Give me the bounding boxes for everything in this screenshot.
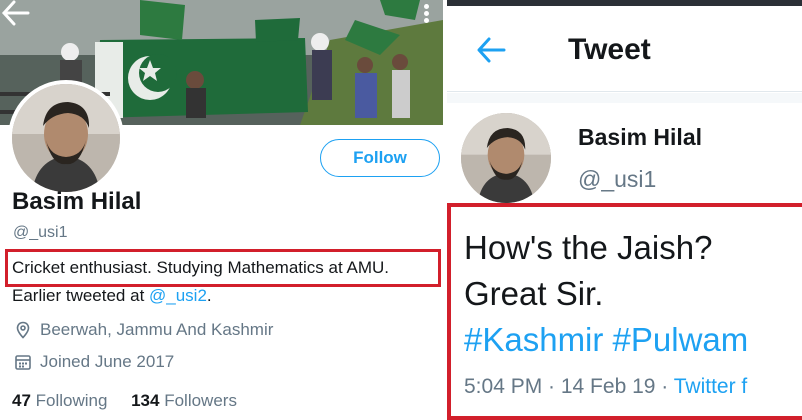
bio-mention-link[interactable]: @_usi2 — [149, 286, 207, 305]
following-label: Following — [35, 391, 108, 410]
follow-button[interactable]: Follow — [320, 139, 440, 177]
joined-row: Joined June 2017 — [14, 352, 174, 372]
followers-count: 134 — [131, 391, 160, 410]
bio-text-line2: Earlier tweeted at @_usi2. — [12, 286, 212, 306]
tweet-author-name[interactable]: Basim Hilal — [578, 124, 702, 151]
tweet-source-link[interactable]: Twitter f — [674, 375, 748, 398]
arrow-left-icon[interactable] — [475, 36, 507, 64]
calendar-icon — [15, 355, 31, 370]
tweet-timestamp: 5:04 PM · 14 Feb 19 · — [464, 375, 674, 398]
avatar[interactable] — [8, 80, 124, 196]
bio-prefix: Earlier tweeted at — [12, 286, 150, 305]
location-pin-icon — [16, 321, 30, 339]
bio-suffix: . — [206, 286, 212, 305]
separator — [447, 93, 802, 103]
following-link[interactable]: 47 Following — [12, 391, 107, 410]
following-count: 47 — [12, 391, 31, 410]
tweet-text-line2: Great Sir. — [464, 275, 604, 312]
location-text: Beerwah, Jammu And Kashmir — [40, 320, 274, 339]
bio-text: Cricket enthusiast. Studying Mathematics… — [12, 258, 389, 277]
profile-name: Basim Hilal — [12, 188, 142, 215]
location-row: Beerwah, Jammu And Kashmir — [14, 320, 273, 340]
tweet-timestamp-row: 5:04 PM · 14 Feb 19 · Twitter f — [464, 375, 747, 399]
tweet-header: Tweet — [447, 6, 802, 92]
profile-handle: @_usi1 — [13, 224, 68, 241]
tweet-author-handle[interactable]: @_usi1 — [578, 166, 656, 193]
tweet-text-line1: How's the Jaish? — [464, 229, 713, 266]
tweet-hashtags[interactable]: #Kashmir #Pulwam — [464, 321, 748, 359]
avatar[interactable] — [461, 113, 551, 203]
arrow-left-icon[interactable] — [0, 0, 30, 26]
followers-label: Followers — [164, 391, 237, 410]
follow-stats: 47 Following 134 Followers — [12, 391, 237, 411]
followers-link[interactable]: 134 Followers — [131, 391, 237, 410]
page-title: Tweet — [568, 33, 651, 66]
more-vertical-icon[interactable] — [420, 2, 432, 26]
joined-text: Joined June 2017 — [40, 352, 175, 371]
tweet-panel: Tweet Basim Hilal @_usi1 How's the Jaish… — [447, 0, 802, 420]
profile-panel: Follow Basim Hilal @_usi1 Cricket enthus… — [0, 0, 443, 420]
